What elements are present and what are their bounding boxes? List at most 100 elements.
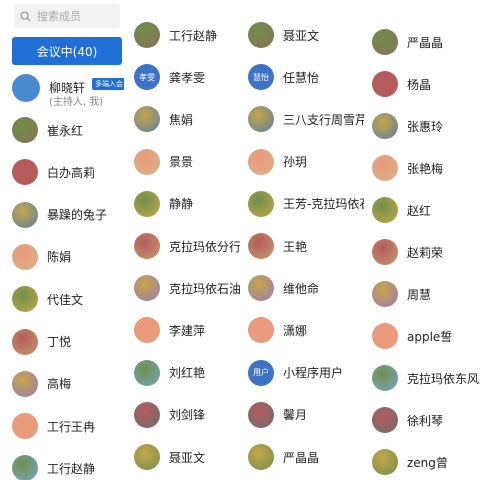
search-input[interactable]	[35, 8, 109, 24]
participant-row[interactable]: 聂亚文	[134, 437, 205, 477]
participant-name: 赵莉荣	[407, 245, 444, 260]
participant-row[interactable]: 丁悦	[12, 322, 71, 362]
avatar: 慧怡	[248, 64, 274, 91]
avatar	[134, 233, 160, 259]
multi-device-badge: 多端入会	[92, 78, 124, 90]
avatar	[134, 22, 160, 48]
participant-row[interactable]: 三八支行周雪芹	[248, 99, 364, 139]
participant-row[interactable]: 聂亚文	[248, 15, 319, 55]
participant-row[interactable]: 王芳-克拉玛依石	[248, 184, 364, 224]
participant-row[interactable]: 严晶晶	[248, 437, 319, 477]
participant-row[interactable]: 张艳梅	[372, 148, 443, 188]
participant-row[interactable]: 孝雯 龚孝雯	[134, 57, 205, 97]
participant-name: 张艳梅	[407, 161, 444, 176]
participant-row[interactable]: 崔永红	[12, 110, 83, 150]
search-icon	[20, 10, 31, 22]
participant-row[interactable]: 静静	[134, 184, 193, 224]
avatar	[372, 155, 398, 181]
avatar	[248, 148, 274, 175]
avatar	[12, 74, 40, 102]
participant-name: 静静	[169, 197, 194, 212]
participant-name: 孙玥	[283, 155, 308, 170]
participant-row[interactable]: zeng曾	[372, 442, 448, 480]
avatar	[372, 239, 398, 265]
avatar	[248, 275, 274, 302]
participant-name: 白办高莉	[47, 165, 96, 180]
participant-row[interactable]: 馨月	[248, 395, 307, 435]
participant-row[interactable]: 用户 小程序用户	[248, 353, 343, 393]
participant-row[interactable]: 潇娜	[248, 310, 307, 350]
participant-row[interactable]: 克拉玛依东风支	[372, 358, 480, 398]
participant-row[interactable]: 徐利琴	[372, 400, 443, 440]
participant-row[interactable]: 代佳文	[12, 279, 83, 319]
participant-name: 工行赵静	[169, 28, 218, 43]
participant-row[interactable]: 维他命	[248, 268, 319, 308]
participant-row[interactable]: 慧怡 任慧怡	[248, 57, 319, 97]
participant-row[interactable]: 王艳	[248, 226, 307, 266]
avatar	[12, 370, 38, 397]
participant-row[interactable]: 克拉玛依石油分	[134, 268, 240, 308]
avatar	[248, 22, 274, 48]
participant-name: zeng曾	[407, 455, 448, 470]
avatar	[134, 148, 160, 175]
participant-row[interactable]: 李建萍	[134, 310, 205, 350]
participant-name: 克拉玛依东风支	[407, 371, 480, 386]
participant-row[interactable]: apple誓	[372, 316, 452, 356]
participant-name: 工行王冉	[47, 419, 96, 434]
avatar	[12, 328, 38, 355]
participant-row[interactable]: 刘红艳	[134, 353, 205, 393]
avatar	[12, 243, 38, 270]
participant-row[interactable]: 白办高莉	[12, 152, 95, 192]
participant-row[interactable]: 焦娟	[134, 99, 193, 139]
participant-name: 龚孝雯	[169, 70, 206, 85]
participant-row[interactable]: 严晶晶	[372, 22, 443, 62]
avatar	[134, 190, 160, 217]
participant-name: 崔永红	[47, 123, 84, 138]
participant-row[interactable]: 工行赵静	[134, 15, 217, 55]
participant-name: 张惠玲	[407, 119, 444, 134]
participant-row[interactable]: 赵红	[372, 190, 431, 230]
participant-row[interactable]: 陈娟	[12, 237, 71, 277]
avatar	[372, 407, 398, 433]
participant-row[interactable]: 工行赵静	[12, 448, 95, 480]
avatar	[12, 117, 38, 143]
participant-row[interactable]: 张惠玲	[372, 106, 443, 146]
avatar	[372, 281, 398, 307]
avatar	[134, 359, 160, 386]
search-box[interactable]	[14, 4, 120, 28]
avatar	[248, 233, 274, 259]
participant-row[interactable]: 高梅	[12, 364, 71, 404]
participant-name: 徐利琴	[407, 413, 444, 428]
participant-name: 克拉玛依分行彭	[169, 239, 240, 254]
participant-row[interactable]: 克拉玛依分行彭	[134, 226, 240, 266]
avatar	[372, 365, 398, 391]
participant-row[interactable]: 赵莉荣	[372, 232, 443, 272]
participant-column-1: 会议中(40) 柳晓轩 (主持人, 我) 多端入会 崔永红白办高莉暴躁的兔子陈娟…	[0, 0, 124, 480]
participant-name: 工行赵静	[47, 461, 96, 476]
avatar	[134, 106, 160, 133]
participant-row[interactable]: 暴躁的兔子	[12, 195, 107, 235]
participant-row[interactable]: 周慧	[372, 274, 431, 314]
in-meeting-tab[interactable]: 会议中(40)	[12, 37, 122, 65]
avatar	[248, 190, 274, 217]
avatar	[372, 323, 398, 349]
participant-row[interactable]: 景景	[134, 142, 193, 182]
participant-row[interactable]: 孙玥	[248, 142, 307, 182]
participant-name: 代佳文	[47, 292, 84, 307]
participant-name: 王芳-克拉玛依石	[283, 197, 364, 212]
participant-name: 王艳	[283, 239, 308, 254]
participant-name: 焦娟	[169, 112, 194, 127]
participant-name: 潇娜	[283, 323, 308, 338]
avatar	[12, 455, 38, 480]
avatar	[372, 29, 398, 55]
participant-name: apple誓	[407, 329, 453, 344]
participant-name: 三八支行周雪芹	[283, 112, 364, 127]
participant-name: 赵红	[407, 203, 432, 218]
avatar	[134, 317, 160, 344]
avatar	[372, 113, 398, 139]
participant-row[interactable]: 工行王冉	[12, 406, 95, 446]
host-participant[interactable]: 柳晓轩 (主持人, 我) 多端入会	[12, 74, 124, 108]
participant-name: 周慧	[407, 287, 432, 302]
participant-row[interactable]: 杨晶	[372, 64, 431, 104]
participant-row[interactable]: 刘剑锋	[134, 395, 205, 435]
